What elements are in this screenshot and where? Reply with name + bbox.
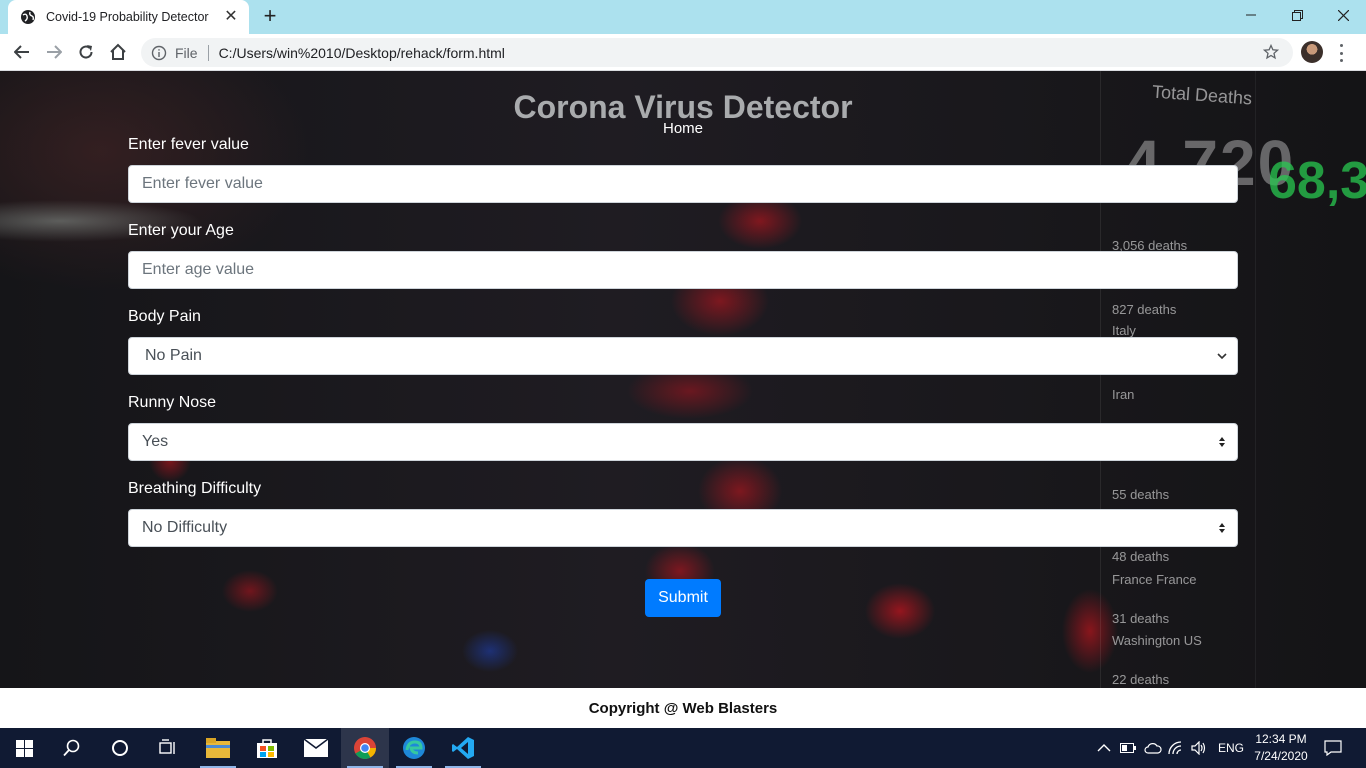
home-nav-link[interactable]: Home — [0, 120, 1366, 137]
globe-icon — [21, 10, 35, 24]
body-pain-label: Body Pain — [128, 308, 201, 325]
reload-icon — [79, 45, 93, 59]
menu-kebab-icon[interactable] — [1337, 44, 1345, 62]
back-button[interactable] — [8, 38, 36, 66]
start-button[interactable] — [0, 728, 48, 768]
sort-caret-icon — [1219, 523, 1225, 533]
edge-icon — [403, 737, 425, 759]
chrome-icon — [354, 737, 376, 759]
background-stat-line: Italy — [1112, 323, 1136, 338]
folder-icon — [206, 738, 230, 758]
reload-button[interactable] — [72, 38, 100, 66]
background-green-number: 68,32 — [1268, 152, 1366, 210]
store-bag-icon — [257, 739, 277, 758]
windows-taskbar: ENG 12:34 PM 7/24/2020 — [0, 728, 1366, 768]
background-stat-line: 22 deaths — [1112, 672, 1170, 687]
background-stat-line: 55 deaths — [1112, 487, 1170, 502]
forward-arrow-icon — [47, 45, 62, 59]
sort-caret-icon — [1219, 437, 1225, 447]
url-text[interactable]: C:/Users/win%2010/Desktop/rehack/form.ht… — [219, 45, 505, 61]
fever-input[interactable]: Enter fever value — [128, 165, 1238, 203]
chevron-up-icon — [1097, 744, 1111, 752]
file-explorer-button[interactable] — [194, 728, 242, 768]
background-stat-line: 827 deaths — [1112, 302, 1177, 317]
forward-button[interactable] — [40, 38, 68, 66]
close-tab-icon[interactable]: ✕ — [223, 9, 239, 25]
task-view-icon — [159, 739, 175, 754]
store-button[interactable] — [243, 728, 291, 768]
age-placeholder: Enter age value — [142, 261, 255, 278]
bookmark-star-icon[interactable] — [1263, 44, 1279, 60]
task-view-button[interactable] — [144, 728, 192, 768]
background-stat-line: 31 deaths — [1112, 611, 1170, 626]
speaker-icon — [1191, 741, 1206, 755]
onedrive-button[interactable] — [1144, 728, 1162, 768]
age-label: Enter your Age — [128, 222, 234, 239]
vscode-icon — [452, 737, 474, 759]
breathing-value: No Difficulty — [142, 519, 228, 536]
page-viewport: Total Deaths 4,720 68,32 3,056 deaths 82… — [0, 71, 1366, 688]
submit-button[interactable]: Submit — [645, 579, 721, 617]
page-footer: Copyright @ Web Blasters — [0, 688, 1366, 728]
search-icon — [63, 739, 80, 757]
volume-button[interactable] — [1191, 728, 1209, 768]
back-arrow-icon — [14, 45, 29, 59]
edge-taskbar-button[interactable] — [390, 728, 438, 768]
search-button[interactable] — [48, 728, 96, 768]
chrome-taskbar-button[interactable] — [341, 728, 389, 768]
age-input[interactable]: Enter age value — [128, 251, 1238, 289]
cloud-icon — [1144, 743, 1162, 754]
vscode-taskbar-button[interactable] — [439, 728, 487, 768]
background-stat-line: Iran — [1112, 387, 1135, 402]
breathing-label: Breathing Difficulty — [128, 480, 262, 497]
breathing-select[interactable]: No Difficulty — [128, 509, 1238, 547]
restore-icon — [1291, 9, 1303, 21]
fever-label: Enter fever value — [128, 136, 249, 153]
clock-date: 7/24/2020 — [1254, 749, 1308, 763]
browser-toolbar: File C:/Users/win%2010/Desktop/rehack/fo… — [0, 34, 1366, 71]
language-indicator[interactable]: ENG — [1218, 728, 1244, 768]
wifi-icon — [1168, 741, 1182, 755]
minimize-icon — [1246, 14, 1256, 16]
background-stat-line: France France — [1112, 572, 1197, 587]
new-tab-button[interactable]: + — [259, 5, 281, 28]
address-bar[interactable]: File C:/Users/win%2010/Desktop/rehack/fo… — [141, 38, 1293, 67]
background-stat-line: Washington US — [1112, 633, 1202, 648]
tab-strip: Covid-19 Probability Detector ✕ + — [0, 0, 1366, 34]
battery-icon — [1120, 743, 1136, 753]
windows-logo-icon — [15, 739, 33, 757]
browser-tab[interactable]: Covid-19 Probability Detector ✕ — [8, 0, 249, 34]
url-separator — [207, 44, 209, 61]
fever-placeholder: Enter fever value — [142, 175, 263, 192]
cortana-circle-icon — [112, 740, 128, 756]
battery-button[interactable] — [1120, 728, 1138, 768]
runny-nose-value: Yes — [142, 433, 169, 450]
close-icon — [1337, 9, 1349, 21]
tab-title: Covid-19 Probability Detector — [46, 10, 209, 24]
clock-time: 12:34 PM — [1255, 732, 1307, 746]
mail-envelope-icon — [304, 739, 328, 757]
chevron-down-icon — [1217, 353, 1227, 360]
home-icon — [110, 43, 126, 60]
runny-nose-label: Runny Nose — [128, 394, 217, 411]
info-icon[interactable] — [151, 45, 167, 61]
cortana-button[interactable] — [96, 728, 144, 768]
tray-overflow-button[interactable] — [1097, 728, 1113, 768]
runny-nose-select[interactable]: Yes — [128, 423, 1238, 461]
system-clock[interactable]: 12:34 PM 7/24/2020 — [1248, 731, 1314, 765]
body-pain-select[interactable]: No Pain — [128, 337, 1238, 375]
url-scheme: File — [175, 44, 198, 61]
action-center-button[interactable] — [1324, 728, 1344, 768]
minimize-button[interactable] — [1228, 0, 1274, 30]
close-window-button[interactable] — [1320, 0, 1366, 30]
profile-avatar[interactable] — [1301, 41, 1323, 63]
restore-button[interactable] — [1274, 0, 1320, 30]
network-button[interactable] — [1168, 728, 1186, 768]
notification-icon — [1324, 740, 1342, 756]
mail-button[interactable] — [292, 728, 340, 768]
background-stat-line: 48 deaths — [1112, 549, 1170, 564]
body-pain-value: No Pain — [145, 347, 202, 364]
home-button[interactable] — [104, 38, 132, 66]
